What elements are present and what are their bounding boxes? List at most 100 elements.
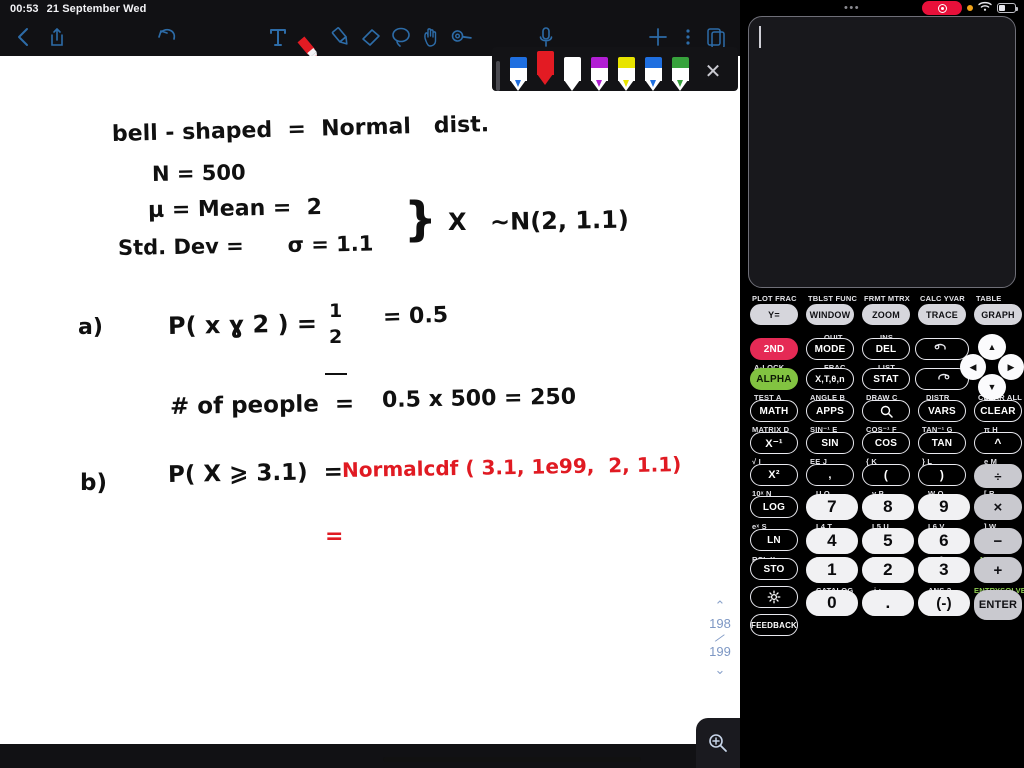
pen-color-tray[interactable]: ✕ [492,47,738,91]
key-divide[interactable]: ÷ [974,464,1022,488]
key-log[interactable]: LOG [750,496,798,518]
gear-icon[interactable] [750,586,798,608]
privacy-indicator-icon [967,5,973,11]
key-label-trace: CALC YVAR [920,294,965,303]
pen-color-0[interactable] [505,51,531,91]
key-zoom[interactable]: ZOOM [862,304,910,325]
key-caret[interactable]: ^ [974,432,1022,454]
key-stat[interactable]: STAT [862,368,910,390]
text-tool[interactable] [263,22,293,52]
key-2nd[interactable]: 2ND [750,338,798,360]
handwritten-line: X [448,208,467,236]
key-paren-open[interactable]: ( [862,464,910,486]
key-0[interactable]: 0 [806,590,858,616]
key-x-inverse[interactable]: X⁻¹ [750,432,798,454]
key-plus[interactable]: + [974,557,1022,583]
key-9[interactable]: 9 [918,494,970,520]
key-y[interactable]: Y= [750,304,798,325]
key-trace[interactable]: TRACE [918,304,966,325]
key-clear[interactable]: CLEAR [974,400,1022,422]
key-multiply[interactable]: × [974,494,1022,520]
key-comma[interactable]: , [806,464,854,486]
pen-color-3[interactable] [586,51,612,91]
pen-tray-handle[interactable] [496,57,504,91]
fraction-bar [325,373,347,375]
notes-pane: 00:53 21 September Wed bell - shaped = N… [0,0,740,768]
handwritten-line: a) [78,315,103,340]
wifi-icon [978,0,992,17]
key-del[interactable]: DEL [862,338,910,360]
key-5[interactable]: 5 [862,528,914,554]
eraser-tool[interactable] [356,22,386,52]
pen-color-5[interactable] [640,51,666,91]
handwritten-line: b) [80,470,107,496]
hand-tool[interactable] [416,22,446,52]
key-math[interactable]: MATH [750,400,798,422]
key-8[interactable]: 8 [862,494,914,520]
key-sin[interactable]: SIN [806,432,854,454]
key-undo[interactable] [915,338,969,360]
handwritten-line: 2 [329,326,343,348]
key-paren-close[interactable]: ) [918,464,966,486]
key-2[interactable]: 2 [862,557,914,583]
key-graph[interactable]: GRAPH [974,304,1022,325]
key-1[interactable]: 1 [806,557,858,583]
key-sto[interactable]: STO [750,558,798,580]
key-3[interactable]: 3 [918,557,970,583]
key-x-squared[interactable]: X² [750,464,798,486]
undo-icon[interactable] [152,22,182,52]
page-current: 198 [709,616,731,631]
key-6[interactable]: 6 [918,528,970,554]
status-bar: 00:53 21 September Wed [0,0,740,18]
key-dot[interactable]: . [862,590,914,616]
key-apps[interactable]: APPS [806,400,854,422]
handwritten-line: } [404,192,437,246]
calculator-keypad: PLOT FRAC Y= TBLST FUNC WINDOW FRMT MTRX ZOOM… [740,292,1024,768]
key-dpad-down[interactable]: ▼ [978,374,1006,400]
key-mode[interactable]: MODE [806,338,854,360]
back-button[interactable] [8,22,38,52]
shape-tool[interactable] [446,22,476,52]
zoom-in-button[interactable] [696,718,740,768]
share-icon[interactable] [42,22,72,52]
key-tan[interactable]: TAN [918,432,966,454]
key-7[interactable]: 7 [806,494,858,520]
key-vars[interactable]: VARS [918,400,966,422]
note-canvas[interactable]: bell - shaped = Normal dist. N = 500 μ = M… [0,56,740,744]
lasso-tool[interactable] [386,22,416,52]
handwritten-line: Normalcdf ( 3.1, 1e99, 2, 1.1) [341,452,682,482]
pen-color-6[interactable] [667,51,693,91]
key-4[interactable]: 4 [806,528,858,554]
key-label-graph: TABLE [976,294,1002,303]
key-ln[interactable]: LN [750,529,798,551]
key-enter[interactable]: ENTER [974,590,1022,620]
multitask-handle[interactable]: ••• [844,3,860,14]
search-icon[interactable] [862,400,910,422]
page-indicator: 198 ∕ 199 [709,617,731,659]
calculator-screen[interactable] [748,16,1016,288]
key-x-t-theta-n[interactable]: X,T,θ,n [806,368,854,390]
page-separator: ∕ [716,629,725,646]
key-feedback[interactable]: FEEDBACK [750,614,798,636]
handwritten-line: = [325,524,344,549]
key-label-y: PLOT FRAC [752,294,797,303]
pen-color-4[interactable] [613,51,639,91]
key-minus[interactable]: − [974,528,1022,554]
page-up-icon[interactable]: ⌃ [715,598,726,614]
close-icon[interactable]: ✕ [700,51,726,91]
key-dpad-right[interactable]: ▶ [998,354,1024,380]
pen-color-2[interactable] [559,51,585,91]
key-negate[interactable]: (-) [918,590,970,616]
highlighter-tool[interactable] [326,22,356,52]
pen-color-1[interactable] [532,51,558,91]
handwritten-line: 1 [329,300,343,322]
key-alpha[interactable]: ALPHA [750,368,798,390]
handwritten-line: Std. Dev = σ = 1.1 [117,231,374,260]
battery-icon [997,3,1018,13]
page-down-icon[interactable]: ⌄ [715,662,726,678]
page-navigator[interactable]: ⌃ 198 ∕ 199 ⌄ [700,598,740,678]
recording-indicator [922,1,962,15]
key-cos[interactable]: COS [862,432,910,454]
handwritten-line: P( x ɣ 2 ) = [167,309,318,340]
key-window[interactable]: WINDOW [806,304,854,325]
